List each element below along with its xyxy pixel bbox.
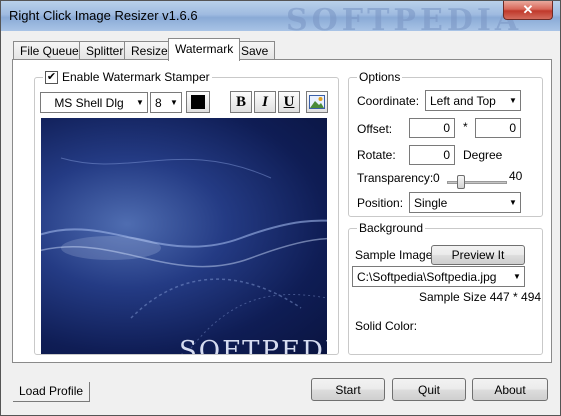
preview-watermark-text: SOFTPEDI: [179, 336, 327, 354]
tab-splitter[interactable]: Splitter: [79, 41, 131, 60]
title-bar-watermark: SOFTPEDIA: [286, 3, 523, 38]
preview-it-button[interactable]: Preview It: [431, 245, 525, 265]
window-title: Right Click Image Resizer v1.6.6: [9, 8, 198, 23]
tab-watermark[interactable]: Watermark: [168, 38, 241, 61]
offset-separator: *: [463, 120, 468, 134]
position-select[interactable]: Single ▼: [409, 192, 521, 213]
rotate-unit: Degree: [463, 148, 503, 162]
chevron-down-icon: ▼: [170, 98, 178, 107]
preview-light-streaks: [41, 157, 327, 349]
font-name-value: MS Shell Dlg: [54, 95, 124, 110]
close-button[interactable]: ✕: [503, 1, 553, 20]
chevron-down-icon: ▼: [513, 272, 521, 281]
quit-button[interactable]: Quit: [392, 378, 466, 401]
sample-path-select[interactable]: C:\Softpedia\Softpedia.jpg ▼: [352, 266, 525, 287]
tab-file-queue[interactable]: File Queue: [13, 41, 86, 60]
app-window: SOFTPEDIA Right Click Image Resizer v1.6…: [0, 0, 561, 416]
transparency-min: 0: [433, 171, 440, 185]
transparency-max: 40: [509, 169, 523, 183]
load-profile-button[interactable]: Load Profile: [13, 382, 91, 402]
italic-button[interactable]: I: [254, 91, 276, 113]
coordinate-value: Left and Top: [430, 93, 496, 108]
bold-button[interactable]: B: [230, 91, 252, 113]
background-title: Background: [357, 221, 426, 235]
watermark-panel: ✔ Enable Watermark Stamper MS Shell Dlg …: [12, 59, 552, 363]
close-icon: ✕: [522, 2, 534, 17]
options-title: Options: [357, 70, 403, 84]
offset-label: Offset:: [357, 122, 393, 136]
rotate-field[interactable]: 0: [409, 145, 455, 165]
start-button[interactable]: Start: [311, 378, 385, 401]
sample-size-text: Sample Size 447 * 494: [419, 290, 542, 304]
watermark-preview-image: SOFTPEDI: [41, 118, 327, 354]
about-button[interactable]: About: [472, 378, 548, 401]
chevron-down-icon: ▼: [509, 198, 517, 207]
enable-stamper-checkbox[interactable]: ✔: [45, 70, 58, 84]
slider-thumb[interactable]: [457, 175, 465, 189]
sample-image-label: Sample Image:: [355, 248, 436, 262]
font-name-select[interactable]: MS Shell Dlg ▼: [40, 92, 148, 113]
slider-track: [447, 181, 507, 184]
solid-color-label: Solid Color:: [355, 319, 418, 333]
text-color-swatch: [191, 95, 205, 109]
transparency-label: Transparency:: [357, 171, 434, 185]
sample-path-value: C:\Softpedia\Softpedia.jpg: [357, 269, 497, 284]
position-label: Position:: [357, 196, 404, 210]
offset-y-field[interactable]: 0: [475, 118, 521, 138]
text-color-button[interactable]: [186, 91, 210, 113]
chevron-down-icon: ▼: [136, 98, 144, 107]
offset-x-field[interactable]: 0: [409, 118, 455, 138]
chevron-down-icon: ▼: [509, 96, 517, 105]
enable-stamper-label: Enable Watermark Stamper: [62, 70, 210, 84]
rotate-label: Rotate:: [357, 148, 396, 162]
check-icon: ✔: [46, 70, 57, 83]
coordinate-select[interactable]: Left and Top ▼: [425, 90, 521, 111]
underline-button[interactable]: U: [278, 91, 300, 113]
title-bar[interactable]: SOFTPEDIA Right Click Image Resizer v1.6…: [1, 1, 560, 38]
image-icon: [309, 95, 325, 109]
position-value: Single: [414, 195, 448, 210]
font-size-value: 8: [155, 95, 162, 110]
enable-stamper-row[interactable]: ✔ Enable Watermark Stamper: [43, 70, 212, 84]
insert-picture-button[interactable]: [306, 91, 328, 113]
transparency-slider[interactable]: [447, 175, 507, 189]
font-size-select[interactable]: 8 ▼: [150, 92, 182, 113]
coordinate-label: Coordinate:: [357, 94, 420, 108]
